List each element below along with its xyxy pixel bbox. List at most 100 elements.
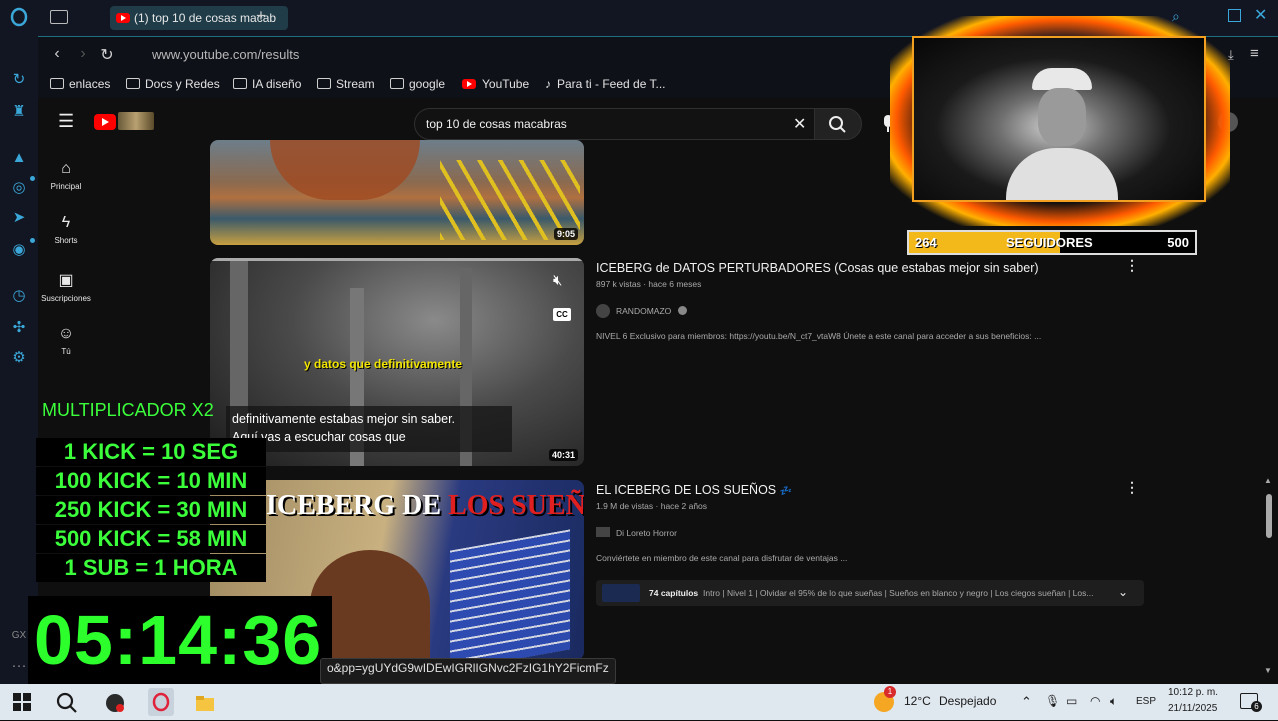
bookmark-enlaces[interactable]: enlaces bbox=[50, 77, 110, 91]
doodle-logo[interactable] bbox=[118, 112, 154, 130]
followers-goal: 500 bbox=[1167, 235, 1189, 250]
caption-box: definitivamente estabas mejor sin saber.… bbox=[226, 406, 512, 452]
bookmark-stream[interactable]: Stream bbox=[317, 77, 375, 91]
video-channel[interactable]: Di Loreto Horror bbox=[596, 527, 677, 538]
webcam-feed bbox=[912, 36, 1206, 202]
settings-icon[interactable]: ⚙ bbox=[9, 348, 29, 368]
language-indicator[interactable]: ESP bbox=[1136, 696, 1156, 707]
bookmark-ia-diseno[interactable]: IA diseño bbox=[233, 77, 301, 91]
home-icon: ⌂ bbox=[61, 160, 71, 177]
video-title[interactable]: ICEBERG de DATOS PERTURBADORES (Cosas qu… bbox=[596, 261, 1039, 275]
folder-icon bbox=[317, 78, 331, 89]
guide-suscripciones[interactable]: ▣ Suscripciones bbox=[40, 270, 92, 303]
chevron-down-icon[interactable]: ⌄ bbox=[1118, 585, 1128, 599]
volume-icon[interactable]: 🔈︎ bbox=[1110, 694, 1117, 709]
youtube-icon bbox=[116, 13, 130, 23]
easy-setup-icon[interactable]: ≡ bbox=[1250, 45, 1259, 62]
chapters-bar[interactable]: 74 capítulos Intro | Nivel 1 | Olvidar e… bbox=[596, 580, 1144, 606]
guide-tu[interactable]: ☺ Tú bbox=[40, 325, 92, 356]
webcam-overlay bbox=[890, 16, 1230, 226]
obs-icon[interactable] bbox=[104, 692, 126, 714]
chapters-text: Intro | Nivel 1 | Olvidar el 95% de lo q… bbox=[703, 588, 1094, 598]
subathon-timer: 05:14:36 bbox=[28, 596, 332, 686]
battery-icon[interactable]: ▭ bbox=[1066, 694, 1077, 708]
chevron-up-icon[interactable]: ⌃ bbox=[1021, 694, 1032, 710]
video-duration: 40:31 bbox=[548, 449, 578, 461]
captions-button[interactable]: CC bbox=[553, 308, 571, 321]
chapter-thumbnail bbox=[602, 584, 640, 602]
file-explorer-icon[interactable] bbox=[194, 692, 216, 714]
extensions-icon[interactable]: ✣ bbox=[9, 318, 29, 338]
app-icon[interactable]: ▲ bbox=[9, 148, 29, 168]
more-icon[interactable]: ··· bbox=[9, 656, 29, 676]
search-icon bbox=[829, 116, 846, 133]
search-icon[interactable] bbox=[56, 692, 78, 714]
kick-rule: 500 KICK = 58 MIN bbox=[36, 525, 266, 553]
page-scrollbar[interactable] bbox=[1266, 494, 1272, 538]
discord-icon[interactable]: ◉ bbox=[9, 240, 29, 260]
video-channel[interactable]: RANDOMAZO bbox=[596, 304, 687, 318]
guide-principal[interactable]: ⌂ Principal bbox=[40, 160, 92, 191]
youtube-logo[interactable] bbox=[94, 114, 116, 130]
chapters-count: 74 capítulos bbox=[649, 588, 699, 598]
kick-rule: 100 KICK = 10 MIN bbox=[36, 467, 266, 495]
windows-start-icon[interactable] bbox=[12, 692, 34, 714]
reload-button[interactable]: ↻ bbox=[98, 45, 116, 65]
bookmark-tiktok[interactable]: ♪ Para ti - Feed de T... bbox=[545, 77, 666, 91]
bookmark-docs-y-redes[interactable]: Docs y Redes bbox=[126, 77, 220, 91]
history-icon[interactable]: ◷ bbox=[9, 286, 29, 306]
more-actions-icon[interactable]: ⋮ bbox=[1125, 479, 1139, 496]
gx-icon[interactable]: GX bbox=[9, 626, 29, 646]
weather-badge: 1 bbox=[884, 686, 896, 698]
subathon-panel: MULTIPLICADOR X2 1 KICK = 10 SEG 100 KIC… bbox=[36, 400, 266, 586]
tab-menu-icon[interactable] bbox=[50, 10, 68, 24]
multiplier-label: MULTIPLICADOR X2 bbox=[42, 400, 214, 420]
whatsapp-icon[interactable]: ◎ bbox=[9, 178, 29, 198]
you-icon: ☺ bbox=[57, 325, 75, 342]
aria-icon[interactable]: ↻ bbox=[9, 70, 29, 90]
bookmark-google[interactable]: google bbox=[390, 77, 445, 91]
folder-icon bbox=[390, 78, 404, 89]
clear-search-icon[interactable]: ✕ bbox=[793, 114, 806, 134]
back-button[interactable]: ‹ bbox=[48, 45, 66, 63]
mute-icon[interactable]: 🔇︎ bbox=[553, 272, 562, 289]
maximize-icon[interactable] bbox=[1228, 9, 1241, 22]
kick-rule: 1 SUB = 1 HORA bbox=[36, 554, 266, 582]
url-field[interactable]: www.youtube.com/results bbox=[152, 47, 299, 62]
followers-label: SEGUIDORES bbox=[1006, 235, 1093, 250]
scroll-up-icon[interactable]: ▲ bbox=[1264, 476, 1272, 485]
video-thumbnail[interactable]: 9:05 bbox=[210, 140, 584, 245]
video-thumbnail[interactable]: 🔇︎ CC y datos que definitivamente defini… bbox=[210, 258, 584, 466]
video-description: NIVEL 6 Exclusivo para miembros: https:/… bbox=[596, 331, 1042, 341]
weather-text[interactable]: Despejado bbox=[939, 694, 996, 708]
video-title[interactable]: EL ICEBERG DE LOS SUEÑOS 💤 bbox=[596, 483, 792, 497]
forward-button[interactable]: › bbox=[74, 45, 92, 63]
new-tab-button[interactable]: + bbox=[256, 6, 266, 26]
thumbnail-text: ICEBERG DE LOS SUEÑOS bbox=[266, 490, 584, 521]
notification-dot bbox=[30, 176, 35, 181]
youtube-icon bbox=[462, 79, 476, 89]
opera-logo-icon[interactable] bbox=[9, 7, 29, 27]
guide-menu-icon[interactable]: ☰ bbox=[58, 112, 74, 130]
channel-avatar bbox=[596, 304, 610, 318]
clock-time[interactable]: 10:12 p. m. bbox=[1168, 687, 1218, 698]
verified-icon bbox=[677, 306, 687, 315]
wifi-icon[interactable]: ◠ bbox=[1090, 694, 1100, 708]
clock-date[interactable]: 21/11/2025 bbox=[1168, 703, 1217, 714]
notification-dot bbox=[30, 238, 35, 243]
scroll-down-icon[interactable]: ▼ bbox=[1264, 666, 1272, 675]
telegram-icon[interactable]: ➤ bbox=[9, 208, 29, 228]
followers-goal-bar: 264 SEGUIDORES 500 bbox=[907, 230, 1197, 255]
search-input[interactable]: top 10 de cosas macabras ✕ bbox=[414, 108, 816, 140]
workspace-icon[interactable]: ♜ bbox=[9, 102, 29, 122]
status-url: o&pp=ygUYdG9wIDEwIGRlIGNvc2FzIG1hY2FicmF… bbox=[320, 658, 616, 684]
more-actions-icon[interactable]: ⋮ bbox=[1125, 257, 1139, 274]
close-window-icon[interactable]: ✕ bbox=[1254, 5, 1267, 25]
bookmark-youtube[interactable]: YouTube bbox=[462, 77, 529, 91]
weather-temp[interactable]: 12°C bbox=[904, 694, 931, 708]
microphone-icon[interactable]: 🎙︎ bbox=[1045, 694, 1060, 708]
opera-gx-taskbar-icon[interactable] bbox=[148, 688, 174, 716]
guide-shorts[interactable]: ϟ Shorts bbox=[40, 214, 92, 245]
search-button[interactable] bbox=[814, 108, 862, 140]
folder-icon bbox=[126, 78, 140, 89]
